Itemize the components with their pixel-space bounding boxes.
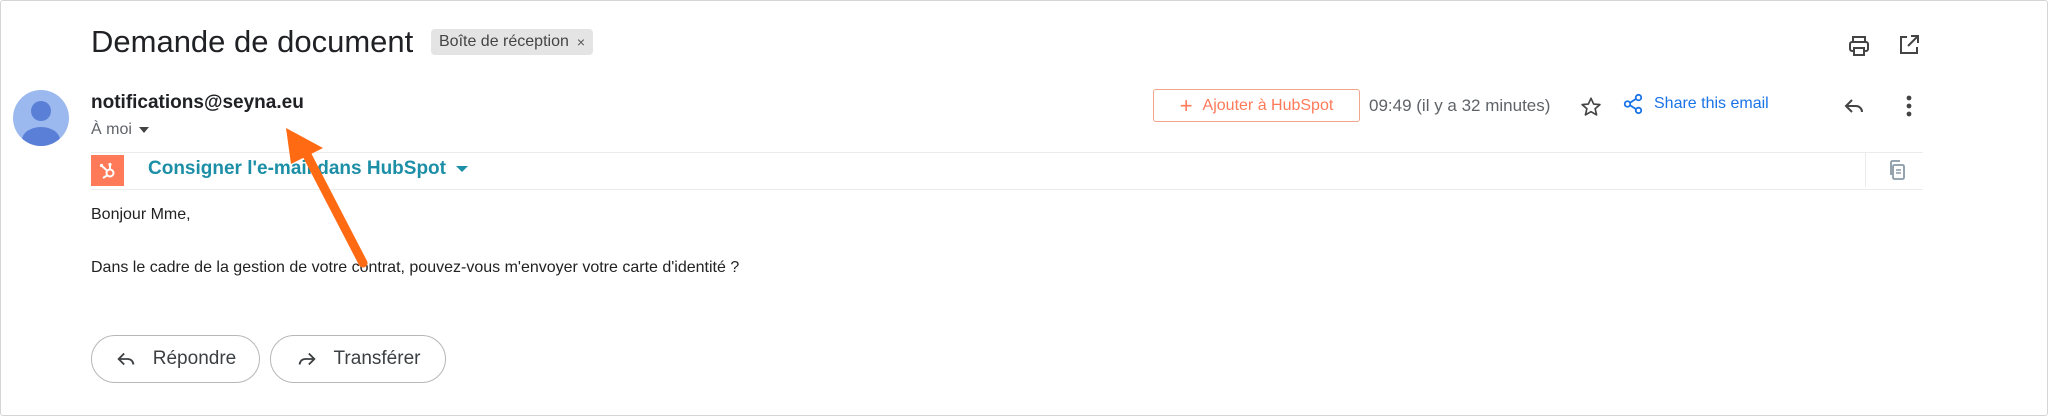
sender-email[interactable]: notifications@seyna.eu — [91, 92, 304, 114]
remove-label-button[interactable]: × — [577, 29, 585, 55]
hubspot-bar-divider — [1865, 153, 1866, 187]
reply-icon — [117, 352, 135, 366]
hubspot-logo — [91, 155, 124, 186]
share-email-label: Share this email — [1654, 95, 1769, 112]
log-email-in-hubspot-dropdown[interactable]: Consigner l'e-mail dans HubSpot — [148, 158, 468, 180]
star-icon — [1581, 97, 1601, 116]
email-subject: Demande de document — [91, 24, 414, 59]
share-icon — [1623, 93, 1643, 115]
inbox-label-text: Boîte de réception — [439, 33, 569, 50]
chevron-down-icon — [138, 127, 149, 133]
more-options-button[interactable] — [1894, 90, 1924, 122]
star-button[interactable] — [1576, 92, 1606, 122]
share-email-button[interactable]: Share this email — [1622, 93, 1769, 115]
reply-icon-button[interactable] — [1838, 90, 1870, 122]
message-body: Dans le cadre de la gestion de votre con… — [91, 259, 740, 276]
hubspot-sprocket-icon — [99, 162, 114, 179]
forward-button[interactable]: Transférer — [270, 335, 446, 383]
plus-icon: + — [1179, 92, 1193, 118]
reply-button[interactable]: Répondre — [91, 335, 260, 383]
open-in-new-window-button[interactable] — [1893, 29, 1925, 61]
print-button[interactable] — [1843, 30, 1875, 62]
printer-icon — [1849, 36, 1869, 56]
recipient-details-toggle[interactable]: À moi — [91, 121, 150, 139]
chevron-down-icon — [456, 166, 468, 172]
open-in-new-window-icon — [1900, 35, 1919, 54]
add-to-hubspot-button[interactable]: + Ajouter à HubSpot — [1153, 89, 1360, 122]
recipient-label: À moi — [91, 121, 132, 138]
inbox-label-chip: Boîte de réception × — [431, 29, 594, 55]
message-greeting: Bonjour Mme, — [91, 206, 191, 223]
reply-label: Répondre — [152, 348, 237, 369]
default-person-avatar-icon — [22, 101, 60, 146]
forward-icon — [298, 352, 316, 366]
log-email-label: Consigner l'e-mail dans HubSpot — [148, 158, 446, 179]
reply-icon — [1844, 99, 1863, 113]
sender-avatar — [13, 90, 69, 146]
copy-button[interactable] — [1882, 155, 1912, 185]
message-timestamp: 09:49 (il y a 32 minutes) — [1369, 96, 1551, 115]
add-to-hubspot-label: Ajouter à HubSpot — [1202, 96, 1334, 114]
copy-icon — [1890, 160, 1905, 180]
forward-label: Transférer — [333, 348, 421, 369]
more-vertical-icon — [1906, 95, 1912, 117]
